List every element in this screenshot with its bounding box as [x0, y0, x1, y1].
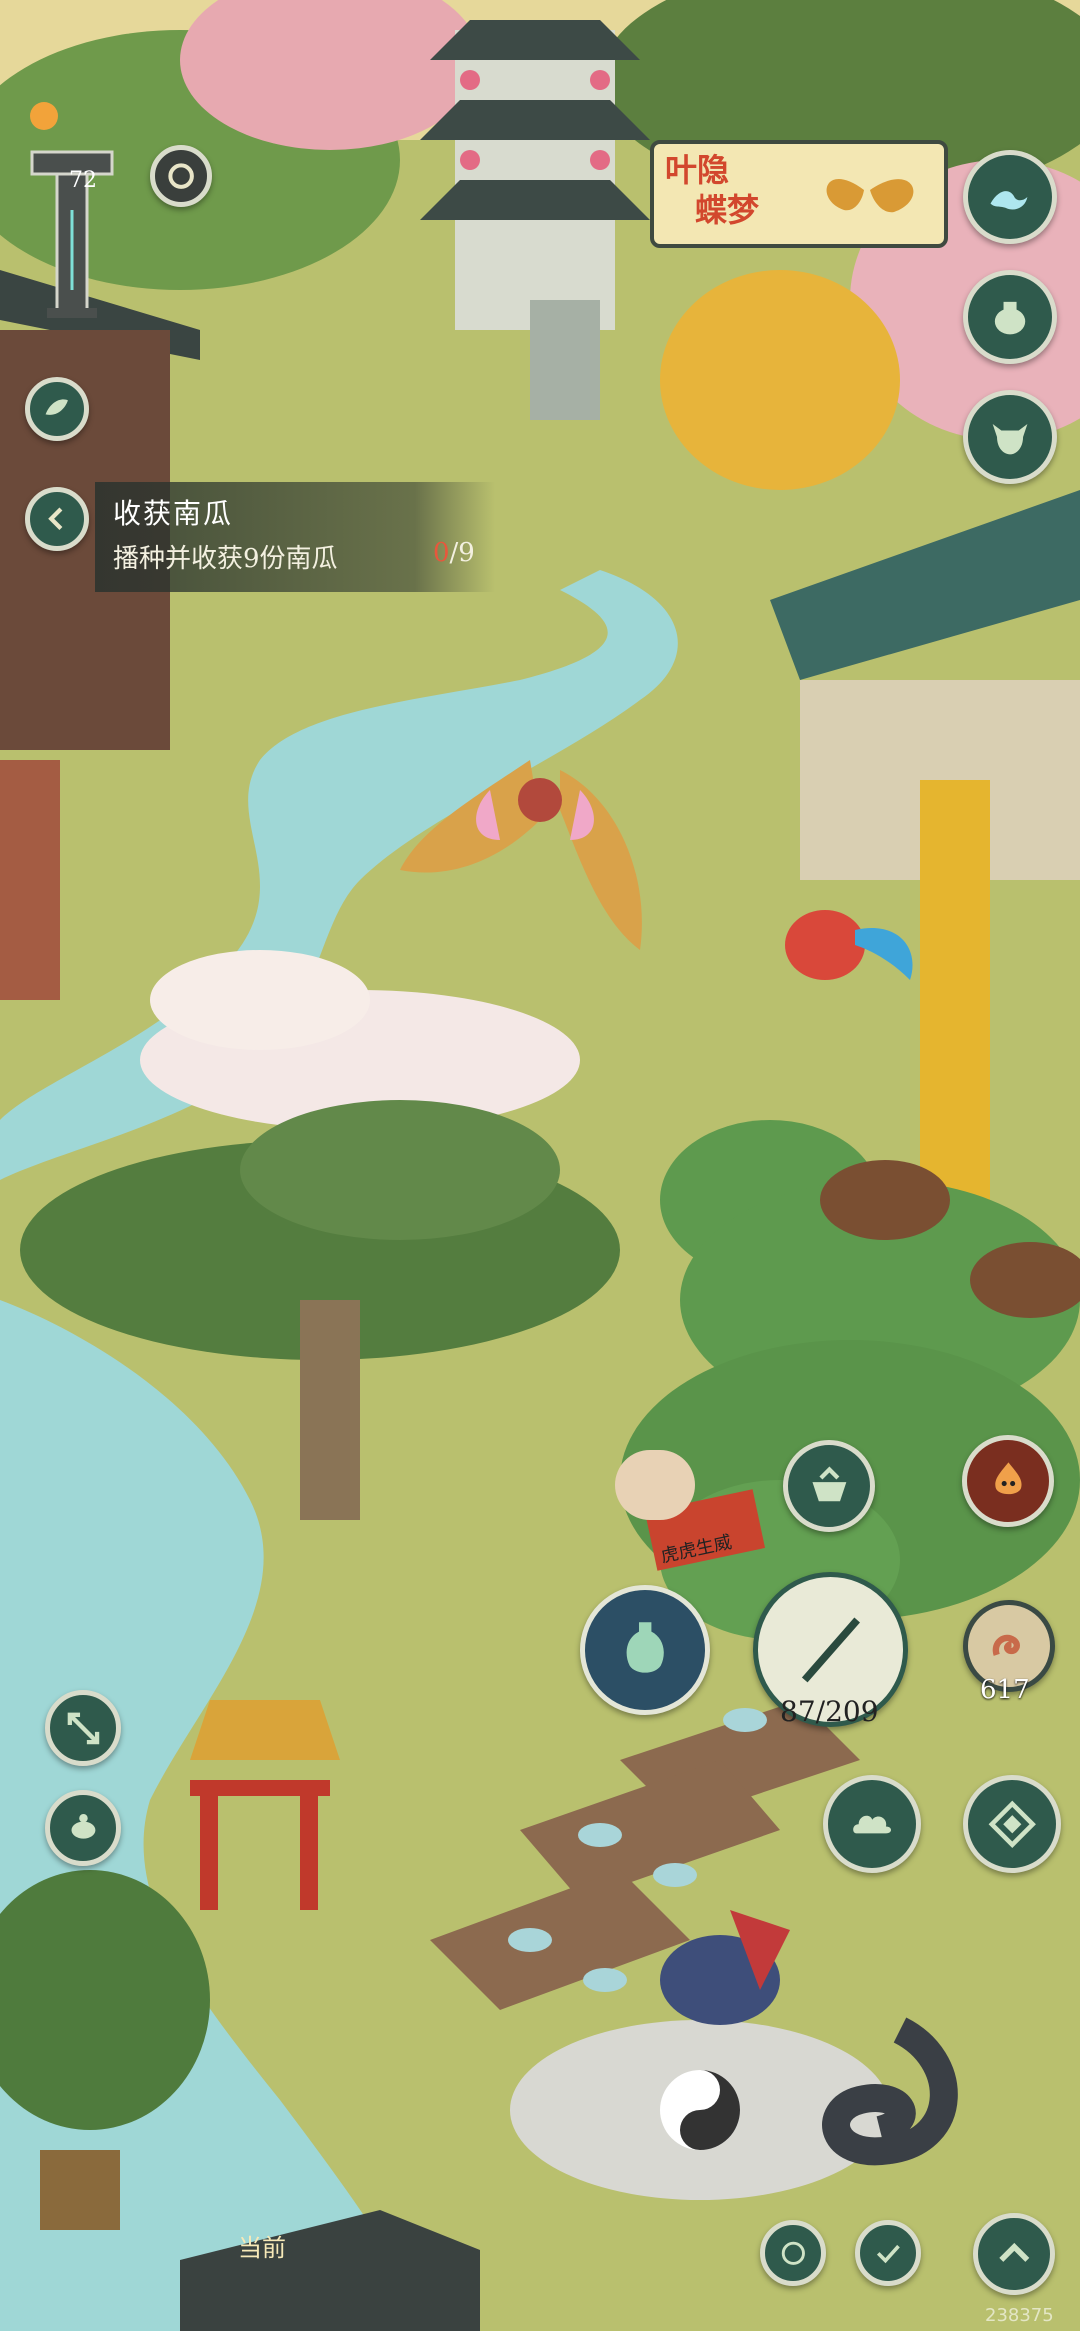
- rod-durability: 87/209: [780, 1695, 879, 1728]
- check-icon: [876, 2244, 900, 2263]
- worm-icon: [992, 1634, 1020, 1656]
- level-pillar[interactable]: [22, 140, 122, 320]
- vase-button[interactable]: [580, 1585, 710, 1715]
- fire-spirit-marker[interactable]: [962, 1435, 1054, 1527]
- expand-icon: [67, 1712, 99, 1744]
- quest-progress: 0/9: [433, 538, 475, 568]
- small-action-button-1[interactable]: [760, 2220, 826, 2286]
- ox-button[interactable]: [963, 390, 1057, 484]
- game-scene-background: [0, 0, 1080, 2331]
- turtle-button[interactable]: [45, 1790, 121, 1866]
- fishing-rod-icon: [801, 1617, 860, 1682]
- up-arrow-icon: [999, 2242, 1029, 2262]
- leaf-icon: [45, 399, 69, 416]
- scroll-up-button[interactable]: [973, 2213, 1055, 2295]
- cauldron-marker[interactable]: [783, 1440, 875, 1532]
- quest-collapse-button[interactable]: [25, 487, 89, 551]
- cloud-button[interactable]: [823, 1775, 921, 1873]
- ox-icon: [992, 423, 1028, 455]
- compass-button[interactable]: [963, 1775, 1061, 1873]
- turtle-icon: [71, 1813, 95, 1839]
- ring-icon: [168, 163, 194, 189]
- current-location-label: 当前: [238, 2234, 286, 2262]
- face-icon: [781, 2241, 805, 2265]
- quest-panel[interactable]: 收获南瓜 播种并收获9份南瓜 0/9: [95, 482, 495, 592]
- wave-icon: [990, 191, 1028, 210]
- pot-button[interactable]: [963, 270, 1057, 364]
- cauldron-icon: [812, 1466, 846, 1501]
- pot-icon: [994, 301, 1026, 335]
- event-banner-title: 叶隐 蝶梦: [665, 150, 785, 230]
- player-level: 72: [69, 168, 97, 193]
- expand-view-button[interactable]: [45, 1690, 121, 1766]
- compass-icon: [988, 1800, 1036, 1848]
- wave-button[interactable]: [963, 150, 1057, 244]
- tiger-npc[interactable]: [615, 1450, 695, 1520]
- quest-title: 收获南瓜: [113, 497, 234, 530]
- search-ring-button[interactable]: [150, 145, 212, 207]
- quest-progress-current: 0: [433, 538, 450, 568]
- sun-dot-icon: [30, 102, 58, 130]
- watermark-text: 238375: [985, 2305, 1054, 2326]
- event-banner-line2: 蝶梦: [695, 191, 760, 229]
- leaf-button[interactable]: [25, 377, 89, 441]
- quest-description: 播种并收获9份南瓜: [113, 544, 338, 574]
- back-arrow-icon: [48, 507, 63, 531]
- vase-icon: [626, 1622, 664, 1673]
- quest-progress-total: /9: [449, 538, 475, 568]
- fire-face-icon: [994, 1461, 1022, 1494]
- bait-count: 617: [980, 1675, 1030, 1705]
- stone-pillar-icon: [30, 150, 114, 318]
- cloud-icon: [852, 1815, 891, 1834]
- event-banner-line1: 叶隐: [665, 151, 730, 189]
- small-action-button-2[interactable]: [855, 2220, 921, 2286]
- butterfly-icon: [826, 179, 914, 213]
